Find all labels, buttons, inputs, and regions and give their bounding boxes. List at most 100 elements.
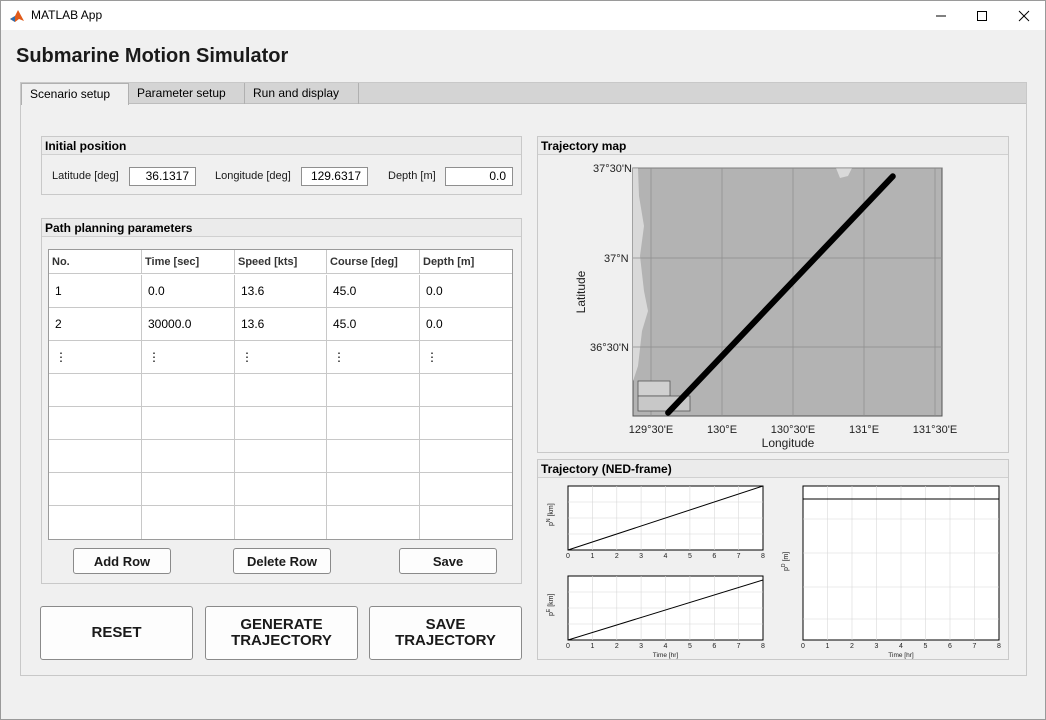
tab-scenario-setup[interactable]: Scenario setup (21, 83, 129, 105)
pn-xtick-label: 3 (639, 553, 643, 560)
table-cell[interactable] (327, 506, 420, 539)
table-cell[interactable] (142, 473, 235, 506)
tab-strip: Scenario setup Parameter setup Run and d… (21, 83, 1026, 105)
generate-trajectory-button[interactable]: GENERATE TRAJECTORY (205, 606, 358, 660)
pd-plot: 0 1 2 3 4 5 6 7 8 Time [hr] pD [m] (781, 485, 1001, 659)
pd-xtick-label: 3 (875, 643, 879, 650)
table-cell[interactable] (49, 473, 142, 506)
minimize-icon (936, 15, 946, 16)
table-cell[interactable]: 2 (49, 308, 142, 341)
close-button[interactable] (1002, 1, 1046, 30)
map-xtick-label: 131°E (849, 424, 879, 436)
reset-button[interactable]: RESET (40, 606, 193, 660)
initial-position-panel: Initial position Latitude [deg] 36.1317 … (41, 136, 522, 195)
map-sea-area (632, 167, 943, 417)
table-cell[interactable] (235, 506, 327, 539)
table-cell[interactable] (327, 407, 420, 440)
ned-charts[interactable]: 0 1 2 3 4 5 6 7 8 pN [km] 0 1 2 3 4 5 6 … (538, 479, 1008, 660)
pe-xtick-label: 3 (639, 643, 643, 650)
pd-ylabel: pD [m] (781, 552, 790, 571)
path-planning-table[interactable]: No. Time [sec] Speed [kts] Course [deg] … (48, 249, 513, 540)
table-cell[interactable] (235, 407, 327, 440)
table-cell[interactable]: 0.0 (142, 275, 235, 308)
table-cell[interactable] (142, 374, 235, 407)
maximize-button[interactable] (960, 1, 1004, 30)
longitude-field[interactable]: 129.6317 (301, 167, 368, 186)
save-button-label-line1: SAVE (425, 616, 466, 633)
table-cell[interactable] (49, 440, 142, 473)
column-header-depth[interactable]: Depth [m] (420, 250, 512, 274)
delete-row-button[interactable]: Delete Row (233, 548, 331, 574)
pe-xtick-label: 0 (566, 643, 570, 650)
table-cell[interactable]: 45.0 (327, 308, 420, 341)
column-header-speed[interactable]: Speed [kts] (235, 250, 327, 274)
path-planning-title: Path planning parameters (42, 219, 521, 237)
table-cell[interactable]: 0.0 (420, 308, 512, 341)
table-cell[interactable]: ⋮ (49, 341, 142, 374)
pe-xtick-label: 6 (712, 643, 716, 650)
tab-parameter-setup[interactable]: Parameter setup (129, 83, 245, 104)
table-cell[interactable] (327, 374, 420, 407)
table-cell[interactable]: ⋮ (327, 341, 420, 374)
trajectory-map-panel: Trajectory map 37°30'N 37°N 36°30'N 129°… (537, 136, 1009, 453)
pn-plot: 0 1 2 3 4 5 6 7 8 pN [km] (546, 485, 765, 560)
column-header-no[interactable]: No. (49, 250, 142, 274)
pd-xlabel: Time [hr] (888, 652, 914, 659)
pe-xtick-label: 4 (664, 643, 668, 650)
map-inset-box (637, 380, 671, 397)
table-cell[interactable] (142, 506, 235, 539)
table-cell[interactable] (142, 407, 235, 440)
save-button-label-line2: TRAJECTORY (395, 632, 496, 649)
minimize-button[interactable] (919, 1, 963, 30)
save-table-button[interactable]: Save (399, 548, 497, 574)
table-cell[interactable] (327, 473, 420, 506)
depth-label: Depth [m] (388, 170, 436, 182)
pn-xtick-label: 4 (664, 553, 668, 560)
add-row-button[interactable]: Add Row (73, 548, 171, 574)
latitude-label: Latitude [deg] (52, 170, 119, 182)
initial-position-title: Initial position (42, 137, 521, 155)
window-title: MATLAB App (31, 8, 103, 22)
table-cell[interactable] (235, 374, 327, 407)
table-cell[interactable]: 45.0 (327, 275, 420, 308)
table-cell[interactable] (327, 440, 420, 473)
path-planning-panel: Path planning parameters No. Time [sec] … (41, 218, 522, 584)
table-cell[interactable]: 1 (49, 275, 142, 308)
table-cell[interactable] (420, 440, 512, 473)
map-ylabel: Latitude (574, 270, 588, 313)
table-cell[interactable]: ⋮ (235, 341, 327, 374)
column-header-time[interactable]: Time [sec] (142, 250, 235, 274)
table-cell[interactable]: ⋮ (142, 341, 235, 374)
trajectory-map-chart[interactable]: 37°30'N 37°N 36°30'N 129°30'E 130°E 130°… (538, 156, 1008, 452)
table-cell[interactable] (420, 407, 512, 440)
app-heading: Submarine Motion Simulator (16, 45, 289, 67)
maximize-icon (977, 10, 987, 21)
pd-xtick-label: 2 (850, 643, 854, 650)
map-xlabel: Longitude (762, 436, 815, 450)
table-cell[interactable] (420, 374, 512, 407)
latitude-field[interactable]: 36.1317 (129, 167, 196, 186)
table-cell[interactable] (49, 506, 142, 539)
table-cell[interactable]: 13.6 (235, 308, 327, 341)
table-cell[interactable]: ⋮ (420, 341, 512, 374)
tab-run-and-display[interactable]: Run and display (245, 83, 359, 104)
depth-field[interactable]: 0.0 (445, 167, 513, 186)
table-cell[interactable] (235, 473, 327, 506)
pe-xtick-label: 1 (590, 643, 594, 650)
table-cell[interactable]: 30000.0 (142, 308, 235, 341)
save-trajectory-button[interactable]: SAVE TRAJECTORY (369, 606, 522, 660)
table-cell[interactable] (420, 473, 512, 506)
generate-button-label-line1: GENERATE (240, 616, 323, 633)
column-header-course[interactable]: Course [deg] (327, 250, 420, 274)
table-cell[interactable] (49, 374, 142, 407)
table-cell[interactable] (49, 407, 142, 440)
table-cell[interactable] (420, 506, 512, 539)
table-cell[interactable]: 0.0 (420, 275, 512, 308)
pn-xtick-label: 8 (761, 553, 765, 560)
map-xtick-label: 129°30'E (629, 424, 673, 436)
table-cell[interactable] (142, 440, 235, 473)
pe-plot: 0 1 2 3 4 5 6 7 8 Time [hr] pE [km] (546, 575, 765, 659)
table-cell[interactable]: 13.6 (235, 275, 327, 308)
table-cell[interactable] (235, 440, 327, 473)
trajectory-map-title: Trajectory map (538, 137, 1008, 155)
